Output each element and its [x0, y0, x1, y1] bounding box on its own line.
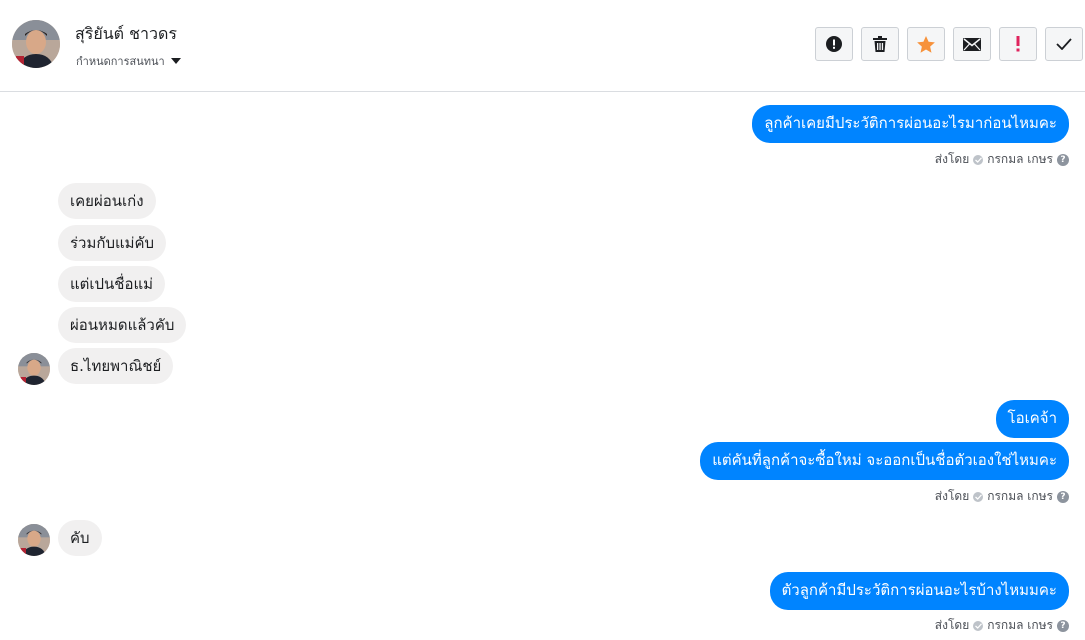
sent-by-name[interactable]: กรกมล เกษร [987, 616, 1053, 635]
contact-name[interactable]: สุริยันต์ ชาวดร [75, 22, 177, 47]
sent-by-prefix: ส่งโดย [934, 152, 970, 166]
help-icon[interactable]: ? [1057, 619, 1069, 632]
spam-button[interactable] [815, 27, 853, 61]
mark-unread-button[interactable] [953, 27, 991, 61]
trash-icon [873, 36, 887, 52]
verified-icon [973, 620, 984, 631]
incoming-message[interactable]: เคยผ่อนเก่ง [58, 183, 156, 219]
sent-by-name[interactable]: กรกมล เกษร [987, 487, 1053, 506]
conversation-header: สุริยันต์ ชาวดร กำหนดการสนทนา [0, 0, 1085, 92]
incoming-message[interactable]: ผ่อนหมดแล้วคับ [58, 307, 187, 343]
important-button[interactable] [999, 27, 1037, 61]
contact-avatar[interactable] [12, 20, 60, 68]
help-icon[interactable]: ? [1057, 490, 1069, 503]
help-icon[interactable]: ? [1057, 153, 1069, 166]
envelope-icon [963, 37, 981, 51]
star-button[interactable] [907, 27, 945, 61]
sent-by-prefix: ส่งโดย [934, 489, 970, 503]
check-icon [1056, 38, 1072, 50]
sent-by-label: ส่งโดย กรกมล เกษร ? [935, 487, 1069, 506]
outgoing-message[interactable]: ลูกค้าเคยมีประวัติการผ่อนอะไรมาก่อนไหมคะ [752, 105, 1069, 143]
star-icon [917, 35, 935, 53]
sent-by-name[interactable]: กรกมล เกษร [987, 150, 1053, 169]
alert-circle-icon [826, 36, 842, 52]
done-button[interactable] [1045, 27, 1083, 61]
sent-by-label: ส่งโดย กรกมล เกษร ? [935, 150, 1069, 169]
sent-by-label: ส่งโดย กรกมล เกษร ? [935, 616, 1069, 635]
caret-down-icon [170, 58, 181, 64]
exclamation-icon [1016, 36, 1020, 52]
outgoing-message[interactable]: แต่คันที่ลูกค้าจะซื้อใหม่ จะออกเป็นชื่อต… [700, 442, 1069, 480]
incoming-message[interactable]: คับ [58, 520, 102, 556]
contact-avatar-small[interactable] [18, 353, 50, 385]
outgoing-message[interactable]: โอเคจ้า [995, 400, 1069, 438]
contact-avatar-small[interactable] [18, 524, 50, 556]
outgoing-message[interactable]: ตัวลูกค้ามีประวัติการผ่อนอะไรบ้างไหมมคะ [769, 572, 1069, 610]
verified-icon [973, 154, 984, 165]
incoming-message[interactable]: ธ.ไทยพาณิชย์ [58, 348, 174, 384]
incoming-message[interactable]: แต่เปนชื่อแม่ [58, 266, 166, 302]
verified-icon [973, 491, 984, 502]
assign-conversation-dropdown[interactable]: กำหนดการสนทนา [76, 52, 181, 70]
sent-by-prefix: ส่งโดย [934, 618, 970, 632]
assign-label: กำหนดการสนทนา [76, 55, 165, 68]
delete-button[interactable] [861, 27, 899, 61]
conversation-toolbar [815, 27, 1083, 61]
incoming-message[interactable]: ร่วมกับแม่คับ [58, 225, 167, 261]
